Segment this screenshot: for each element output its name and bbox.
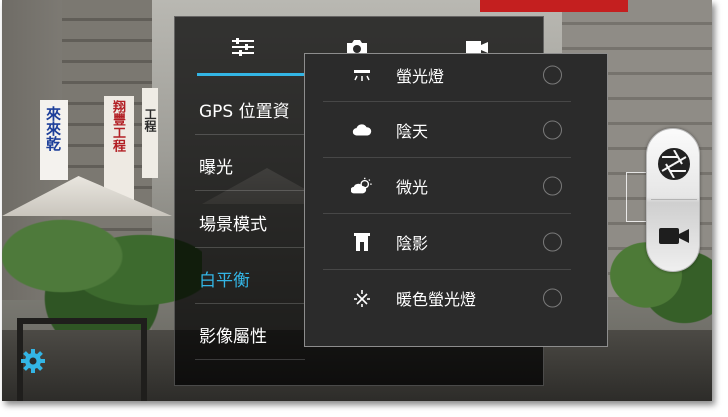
shop-sign-middle-text: 翔豐工程 [110, 100, 125, 152]
shade-icon [351, 231, 373, 253]
shutter-control [646, 128, 700, 272]
warm-fluorescent-icon [351, 287, 373, 309]
video-record-button[interactable] [647, 201, 701, 271]
wb-option-twilight[interactable]: 微光 [305, 158, 607, 214]
shop-sign-middle: 翔豐工程 [104, 96, 134, 200]
shop-sign-left-text: 來來乾 [44, 106, 62, 151]
wb-radio-cloudy[interactable] [543, 120, 562, 140]
shutter-divider [651, 199, 697, 200]
cloudy-icon [351, 119, 373, 141]
tab-selected-indicator [197, 73, 305, 76]
menu-item-white-balance[interactable]: 白平衡 [199, 266, 250, 291]
menu-divider [195, 134, 305, 135]
sliders-icon [232, 38, 254, 56]
wb-radio-warm-fluorescent[interactable] [543, 288, 562, 308]
photo-shutter-button[interactable] [647, 129, 701, 199]
wb-option-fluorescent[interactable]: 螢光燈 [305, 54, 607, 103]
video-camera-icon [659, 228, 689, 244]
focus-bracket [626, 172, 646, 222]
wb-option-label: 微光 [396, 178, 429, 197]
wb-option-cloudy[interactable]: 陰天 [305, 102, 607, 158]
menu-divider [195, 303, 305, 304]
wb-option-label: 陰天 [396, 122, 429, 141]
wb-option-label: 螢光燈 [396, 67, 445, 86]
menu-divider [195, 247, 305, 248]
menu-item-scene-mode[interactable]: 場景模式 [199, 210, 267, 235]
shop-sign-left: 來來乾 [40, 100, 68, 180]
shop-sign-right: 工程 [142, 88, 158, 178]
shutter-aperture-icon [658, 148, 690, 180]
wb-option-shade[interactable]: 陰影 [305, 214, 607, 270]
fluorescent-icon [351, 64, 373, 86]
menu-item-gps[interactable]: GPS 位置資 [199, 97, 290, 122]
red-signboard [480, 0, 628, 12]
menu-item-exposure[interactable]: 曝光 [199, 153, 233, 178]
wb-option-warm-fluorescent[interactable]: 暖色螢光燈 [305, 270, 607, 326]
menu-divider [195, 190, 305, 191]
shop-sign-right-text: 工程 [143, 108, 157, 132]
wb-option-label: 陰影 [396, 234, 429, 253]
menu-item-image-properties[interactable]: 影像屬性 [199, 322, 267, 347]
tab-settings-sliders[interactable] [223, 31, 263, 63]
gear-icon [21, 349, 45, 373]
menu-divider [195, 359, 305, 360]
wb-radio-twilight[interactable] [543, 176, 562, 196]
wb-option-label: 暖色螢光燈 [396, 290, 477, 309]
camera-screen: 來來乾 翔豐工程 工程 GPS 位置資 曝光 場景模式 白平衡 影像屬性 螢光燈… [2, 0, 712, 401]
wb-radio-shade[interactable] [543, 232, 562, 252]
wb-radio-fluorescent[interactable] [543, 65, 562, 85]
white-balance-popup: 螢光燈 陰天 微光 陰影 暖色螢光燈 [304, 53, 608, 347]
settings-gear-button[interactable] [20, 348, 46, 374]
twilight-icon [351, 175, 373, 197]
